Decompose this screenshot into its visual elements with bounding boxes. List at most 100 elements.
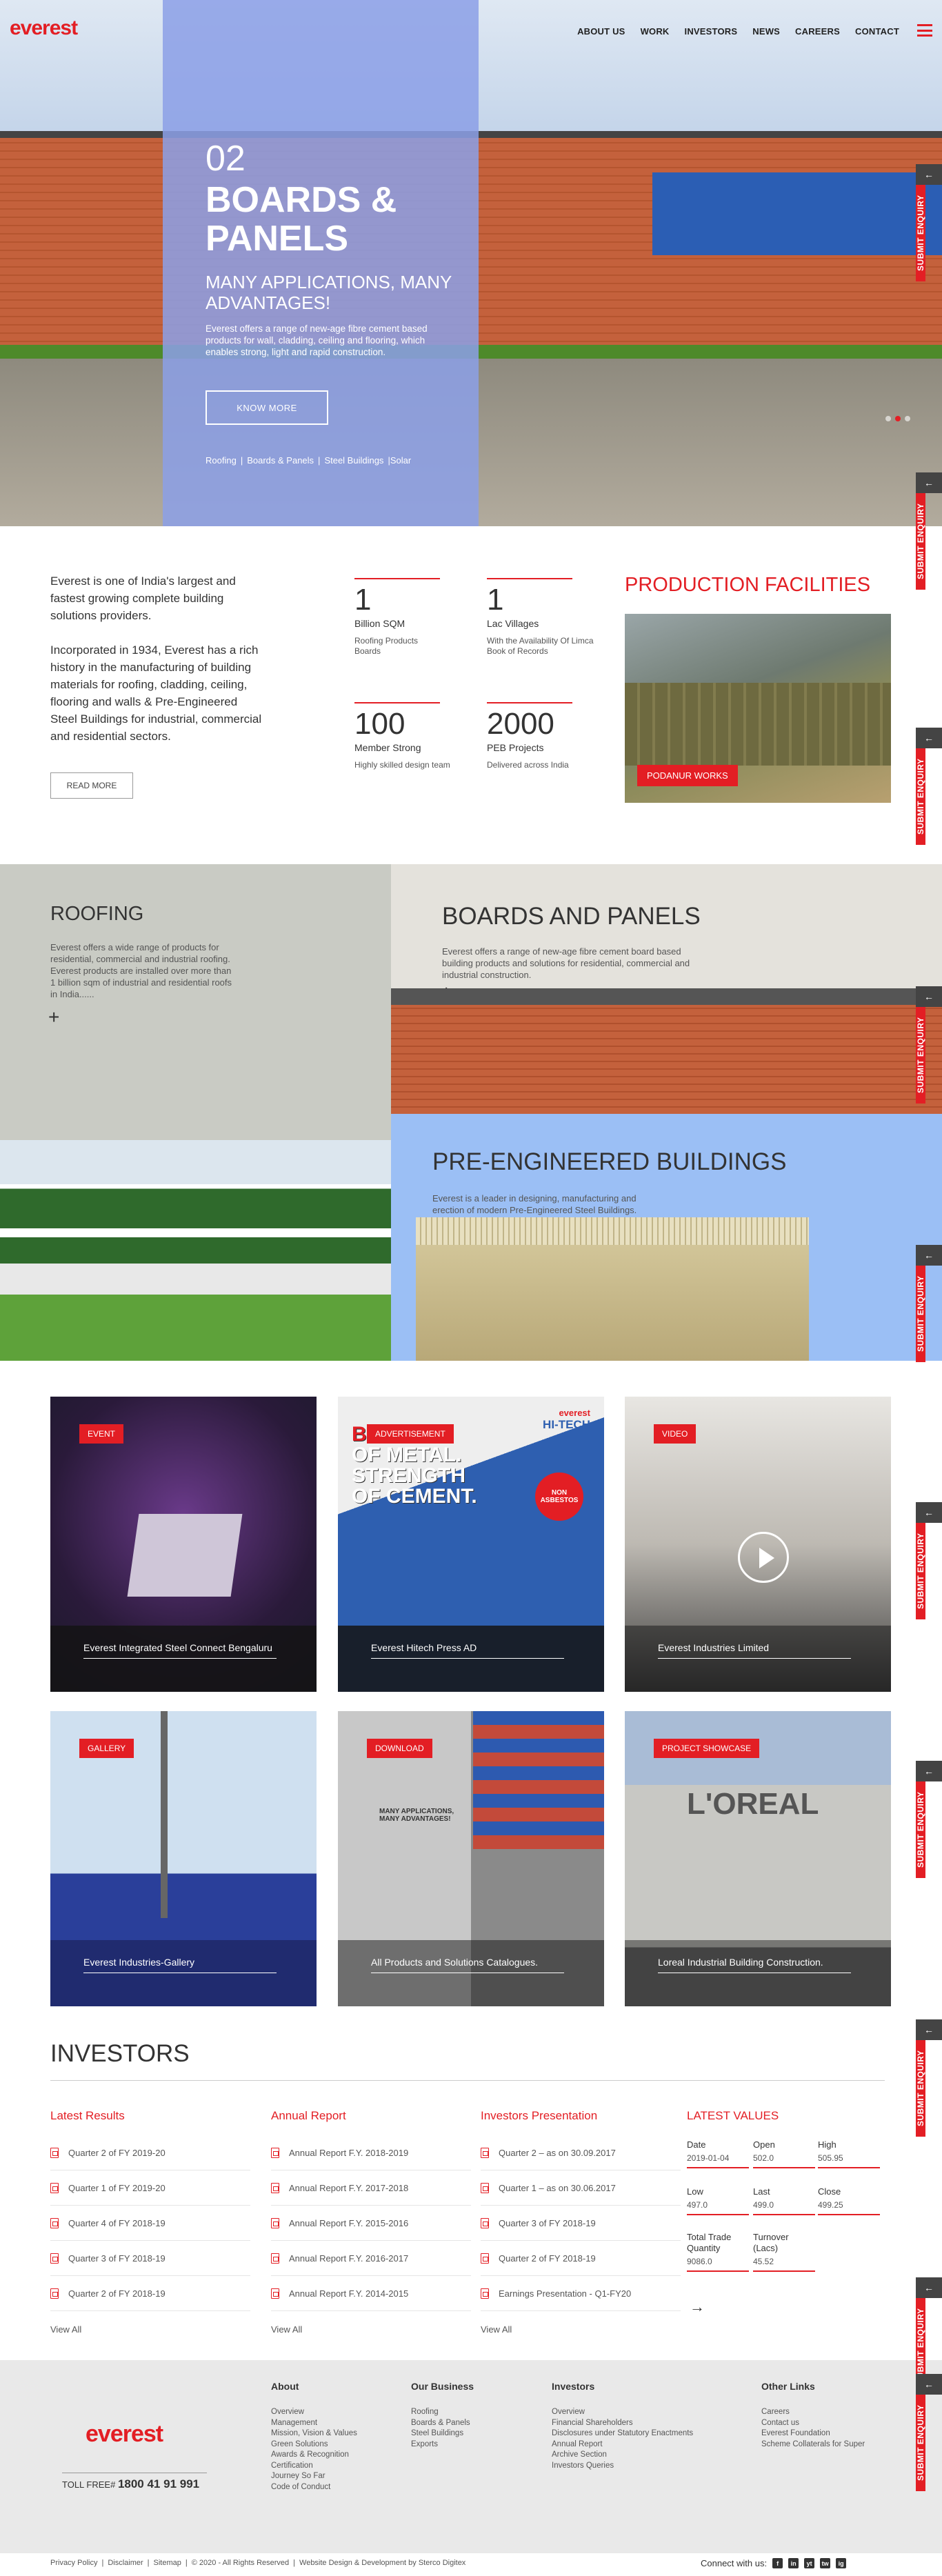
media-card-gallery[interactable]: GALLERY Everest Industries-Gallery: [50, 1711, 317, 2006]
footer-link[interactable]: Disclosures under Statutory Enactments: [552, 2428, 693, 2439]
media-card-project-showcase[interactable]: L'OREAL PROJECT SHOWCASE Loreal Industri…: [625, 1711, 891, 2006]
credits-link[interactable]: Website Design & Development by Sterco D…: [299, 2559, 465, 2567]
submit-enquiry-tab[interactable]: ← SUBMIT ENQUIRY: [916, 472, 942, 590]
nav-contact[interactable]: CONTACT: [855, 26, 899, 37]
boards-panels-tile[interactable]: BOARDS AND PANELS Everest offers a range…: [391, 864, 942, 1114]
footer-about-column: About Overview Management Mission, Visio…: [271, 2381, 357, 2493]
arrow-right-icon[interactable]: →: [690, 2298, 705, 2316]
boards-panels-image: [391, 988, 942, 1114]
media-card-event[interactable]: EVENT Everest Integrated Steel Connect B…: [50, 1397, 317, 1692]
footer-link[interactable]: Green Solutions: [271, 2439, 357, 2450]
doc-link[interactable]: Quarter 2 of FY 2018-19: [481, 2241, 681, 2276]
doc-link[interactable]: Quarter 3 of FY 2018-19: [50, 2241, 250, 2276]
footer-link[interactable]: Boards & Panels: [411, 2418, 474, 2429]
privacy-policy-link[interactable]: Privacy Policy: [50, 2559, 97, 2567]
footer-link[interactable]: Overview: [552, 2407, 693, 2418]
instagram-icon[interactable]: ig: [836, 2558, 847, 2568]
disclaimer-link[interactable]: Disclaimer: [108, 2559, 143, 2567]
doc-link[interactable]: Quarter 3 of FY 2018-19: [481, 2206, 681, 2241]
footer-link[interactable]: Investors Queries: [552, 2461, 693, 2472]
slider-dot[interactable]: [885, 416, 891, 421]
footer-link[interactable]: Everest Foundation: [761, 2428, 865, 2439]
everest-logo[interactable]: everest: [10, 17, 78, 40]
arrow-left-icon: ←: [916, 728, 942, 748]
footer-link[interactable]: Archive Section: [552, 2450, 693, 2461]
value-turnover: Turnover (Lacs) 45.52: [753, 2232, 815, 2272]
doc-link[interactable]: Quarter 1 – as on 30.06.2017: [481, 2170, 681, 2206]
footer-link[interactable]: Management: [271, 2418, 357, 2429]
footer-logo[interactable]: everest: [86, 2421, 163, 2448]
submit-enquiry-tab[interactable]: ← SUBMIT ENQUIRY: [916, 2019, 942, 2137]
boards-panels-desc: Everest offers a range of new-age fibre …: [442, 946, 690, 980]
slider-dot-active[interactable]: [895, 416, 901, 421]
hero-link-roofing[interactable]: Roofing: [206, 455, 237, 466]
submit-enquiry-tab[interactable]: ← SUBMIT ENQUIRY: [916, 986, 942, 1104]
roofing-title: ROOFING: [50, 903, 144, 925]
media-card-video[interactable]: VIDEO Everest Industries Limited: [625, 1397, 891, 1692]
doc-link[interactable]: Quarter 1 of FY 2019-20: [50, 2170, 250, 2206]
doc-link[interactable]: Annual Report F.Y. 2018-2019: [271, 2135, 471, 2170]
hero-link-solar[interactable]: |Solar: [388, 455, 411, 466]
submit-enquiry-tab[interactable]: ← SUBMIT ENQUIRY: [916, 164, 942, 281]
media-card-advertisement[interactable]: BEAUTYOF METAL.STRENGTHOF CEMENT. everes…: [338, 1397, 604, 1692]
doc-link[interactable]: Quarter 2 – as on 30.09.2017: [481, 2135, 681, 2170]
doc-link[interactable]: Quarter 4 of FY 2018-19: [50, 2206, 250, 2241]
footer-link[interactable]: Code of Conduct: [271, 2482, 357, 2493]
view-all-results-link[interactable]: View All: [50, 2324, 81, 2335]
doc-link[interactable]: Annual Report F.Y. 2017-2018: [271, 2170, 471, 2206]
production-facility-image[interactable]: PODANUR WORKS: [625, 614, 891, 803]
footer-link[interactable]: Awards & Recognition: [271, 2450, 357, 2461]
submit-enquiry-tab[interactable]: ← SUBMIT ENQUIRY: [916, 1502, 942, 1619]
hero-link-boards-panels[interactable]: Boards & Panels: [247, 455, 314, 466]
footer-link[interactable]: Overview: [271, 2407, 357, 2418]
linkedin-icon[interactable]: in: [788, 2558, 799, 2568]
submit-enquiry-tab[interactable]: ← SUBMIT ENQUIRY: [916, 1245, 942, 1362]
play-icon[interactable]: [738, 1532, 789, 1583]
nav-careers[interactable]: CAREERS: [795, 26, 840, 37]
sitemap-link[interactable]: Sitemap: [154, 2559, 181, 2567]
pdf-icon: [50, 2217, 59, 2228]
roofing-tile[interactable]: ROOFING Everest offers a wide range of p…: [0, 864, 391, 1361]
doc-link[interactable]: Quarter 2 of FY 2018-19: [50, 2276, 250, 2311]
footer-link[interactable]: Annual Report: [552, 2439, 693, 2450]
view-all-presentation-link[interactable]: View All: [481, 2324, 512, 2335]
footer-link[interactable]: Careers: [761, 2407, 865, 2418]
doc-link[interactable]: Annual Report F.Y. 2014-2015: [271, 2276, 471, 2311]
footer-link[interactable]: Exports: [411, 2439, 474, 2450]
submit-enquiry-tab[interactable]: ← SUBMIT ENQUIRY: [916, 2374, 942, 2491]
footer-link[interactable]: Contact us: [761, 2418, 865, 2429]
roofing-plus-icon[interactable]: +: [48, 1008, 59, 1027]
footer-link[interactable]: Mission, Vision & Values: [271, 2428, 357, 2439]
media-card-download[interactable]: MANY APPLICATIONS, MANY ADVANTAGES! DOWN…: [338, 1711, 604, 2006]
site-header: everest ABOUT US WORK INVESTORS NEWS CAR…: [0, 0, 942, 63]
read-more-button[interactable]: READ MORE: [50, 772, 133, 799]
submit-enquiry-tab[interactable]: ← SUBMIT ENQUIRY: [916, 1761, 942, 1878]
footer-link[interactable]: Financial Shareholders: [552, 2418, 693, 2429]
nav-work[interactable]: WORK: [641, 26, 670, 37]
stat-billion-sqm: 1 Billion SQM Roofing Products Boards: [354, 578, 465, 657]
pre-engineered-tile[interactable]: PRE-ENGINEERED BUILDINGS Everest is a le…: [391, 1114, 942, 1361]
twitter-icon[interactable]: tw: [820, 2558, 831, 2568]
nav-about-us[interactable]: ABOUT US: [577, 26, 625, 37]
view-all-annual-link[interactable]: View All: [271, 2324, 302, 2335]
doc-link[interactable]: Annual Report F.Y. 2016-2017: [271, 2241, 471, 2276]
footer-link[interactable]: Roofing: [411, 2407, 474, 2418]
youtube-icon[interactable]: yt: [804, 2558, 815, 2568]
footer-link[interactable]: Certification: [271, 2461, 357, 2472]
about-intro: Everest is one of India's largest and fa…: [50, 575, 236, 622]
doc-link[interactable]: Annual Report F.Y. 2015-2016: [271, 2206, 471, 2241]
facebook-icon[interactable]: f: [772, 2558, 783, 2568]
nav-investors[interactable]: INVESTORS: [685, 26, 738, 37]
doc-link[interactable]: Quarter 2 of FY 2019-20: [50, 2135, 250, 2170]
hero-link-steel-buildings[interactable]: Steel Buildings: [324, 455, 383, 466]
footer-link[interactable]: Scheme Collaterals for Super: [761, 2439, 865, 2450]
doc-link[interactable]: Earnings Presentation - Q1-FY20: [481, 2276, 681, 2311]
slider-dot[interactable]: [905, 416, 910, 421]
submit-enquiry-tab[interactable]: ← SUBMIT ENQUIRY: [916, 728, 942, 845]
know-more-button[interactable]: KNOW MORE: [206, 390, 328, 425]
nav-news[interactable]: NEWS: [752, 26, 780, 37]
footer-link[interactable]: Steel Buildings: [411, 2428, 474, 2439]
hamburger-menu-icon[interactable]: [917, 24, 932, 37]
slider-dots: [885, 416, 910, 421]
footer-link[interactable]: Journey So Far: [271, 2471, 357, 2482]
